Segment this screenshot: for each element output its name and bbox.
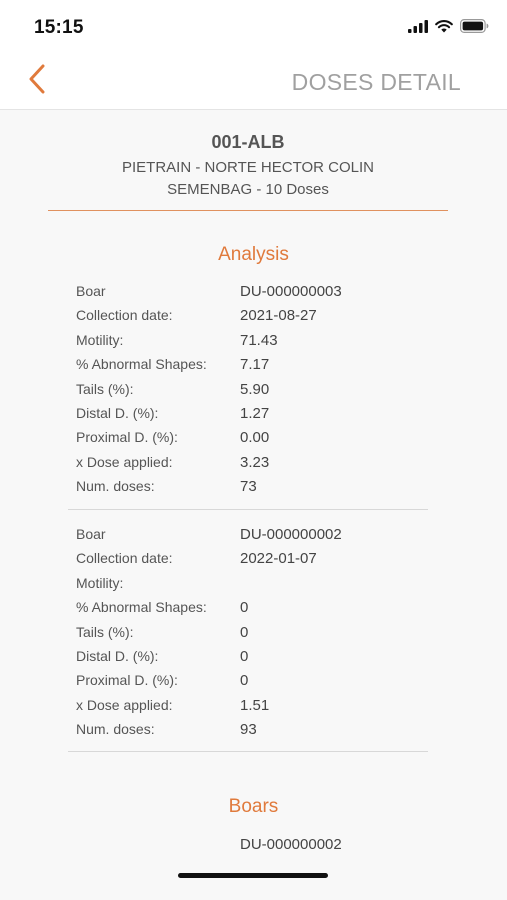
field-value: 0 bbox=[240, 623, 249, 641]
field-value: 0 bbox=[240, 672, 249, 690]
field-row: Proximal D. (%): 0.00 bbox=[68, 429, 428, 453]
nav-bar: DOSES DETAIL bbox=[0, 56, 507, 110]
field-row: Proximal D. (%): 0 bbox=[68, 672, 428, 696]
analysis-record: Boar DU-000000002 Collection date: 2022-01… bbox=[68, 526, 428, 746]
lot-header: 001-ALB PIETRAIN - NORTE HECTOR COLIN SE… bbox=[48, 132, 448, 201]
field-row: Distal D. (%): 1.27 bbox=[68, 405, 428, 429]
field-label: Num. doses: bbox=[76, 721, 155, 738]
field-row: Motility: bbox=[68, 575, 428, 599]
battery-icon bbox=[460, 19, 489, 38]
list-item: DU-000000002 bbox=[68, 836, 428, 860]
field-row: % Abnormal Shapes: 0 bbox=[68, 599, 428, 623]
field-label: x Dose applied: bbox=[76, 453, 173, 470]
field-value: 0.00 bbox=[240, 429, 270, 447]
field-label: Tails (%): bbox=[76, 380, 134, 397]
field-value: 0 bbox=[240, 647, 249, 665]
boar-id: DU-000000002 bbox=[240, 836, 342, 853]
field-row: Collection date: 2021-08-27 bbox=[68, 307, 428, 331]
field-label: Collection date: bbox=[76, 550, 173, 567]
signal-icon bbox=[408, 19, 428, 38]
home-indicator[interactable] bbox=[178, 873, 328, 878]
back-button[interactable] bbox=[22, 64, 52, 98]
analysis-record: Boar DU-000000003 Collection date: 2021-08… bbox=[68, 283, 428, 503]
field-row: Collection date: 2022-01-07 bbox=[68, 550, 428, 574]
field-value: 1.51 bbox=[240, 696, 270, 714]
field-value: 2022-01-07 bbox=[240, 550, 317, 568]
field-row: Boar DU-000000002 bbox=[68, 526, 428, 550]
doses-detail-content[interactable]: 001-ALB PIETRAIN - NORTE HECTOR COLIN SE… bbox=[0, 110, 507, 900]
field-value: 73 bbox=[240, 478, 257, 496]
lot-code: 001-ALB bbox=[211, 132, 285, 152]
field-label: % Abnormal Shapes: bbox=[76, 599, 207, 616]
boars-section-title: Boars bbox=[228, 796, 279, 817]
field-value: 93 bbox=[240, 721, 257, 739]
field-row: % Abnormal Shapes: 7.17 bbox=[68, 356, 428, 380]
field-row: Tails (%): 0 bbox=[68, 624, 428, 648]
field-value: 71.43 bbox=[240, 331, 278, 349]
field-label: Motility: bbox=[76, 574, 124, 591]
lot-format: SEMENBAG - 10 Doses bbox=[167, 181, 329, 198]
field-label: % Abnormal Shapes: bbox=[76, 356, 207, 373]
field-label: Num. doses: bbox=[76, 478, 155, 495]
field-row: Tails (%): 5.90 bbox=[68, 381, 428, 405]
field-label: Proximal D. (%): bbox=[76, 672, 178, 689]
field-row: x Dose applied: 1.51 bbox=[68, 697, 428, 721]
field-value: 2021-08-27 bbox=[240, 307, 317, 325]
field-row: Num. doses: 73 bbox=[68, 478, 428, 502]
field-row: x Dose applied: 3.23 bbox=[68, 454, 428, 478]
field-value: 7.17 bbox=[240, 356, 270, 374]
field-label: Collection date: bbox=[76, 307, 173, 324]
field-label: Proximal D. (%): bbox=[76, 429, 178, 446]
field-label: Distal D. (%): bbox=[76, 404, 159, 421]
status-bar: 15:15 bbox=[0, 0, 507, 56]
lot-breed-farm: PIETRAIN - NORTE HECTOR COLIN bbox=[122, 159, 374, 176]
field-row: Motility: 71.43 bbox=[68, 332, 428, 356]
field-value: 5.90 bbox=[240, 380, 270, 398]
wifi-icon bbox=[435, 19, 453, 38]
field-label: Boar bbox=[76, 526, 106, 542]
field-label: x Dose applied: bbox=[76, 696, 173, 713]
field-label: Distal D. (%): bbox=[76, 647, 159, 664]
field-value: 0 bbox=[240, 599, 249, 617]
field-value: DU-000000003 bbox=[240, 283, 342, 300]
field-row: Distal D. (%): 0 bbox=[68, 648, 428, 672]
header-divider bbox=[48, 210, 448, 211]
status-icons bbox=[408, 19, 489, 38]
boars-list: DU-000000002 bbox=[68, 836, 428, 860]
field-label: Boar bbox=[76, 283, 106, 299]
field-row: Boar DU-000000003 bbox=[68, 283, 428, 307]
page-title: DOSES DETAIL bbox=[291, 69, 461, 95]
field-row: Num. doses: 93 bbox=[68, 721, 428, 745]
field-value: DU-000000002 bbox=[240, 526, 342, 543]
field-label: Tails (%): bbox=[76, 623, 134, 640]
field-value: 1.27 bbox=[240, 404, 270, 422]
field-value: 3.23 bbox=[240, 453, 270, 471]
back-chevron-icon bbox=[28, 64, 46, 99]
analysis-section-title: Analysis bbox=[218, 244, 289, 265]
record-divider bbox=[68, 751, 428, 752]
record-divider bbox=[68, 509, 428, 510]
status-time: 15:15 bbox=[34, 17, 84, 38]
field-label: Motility: bbox=[76, 331, 124, 348]
